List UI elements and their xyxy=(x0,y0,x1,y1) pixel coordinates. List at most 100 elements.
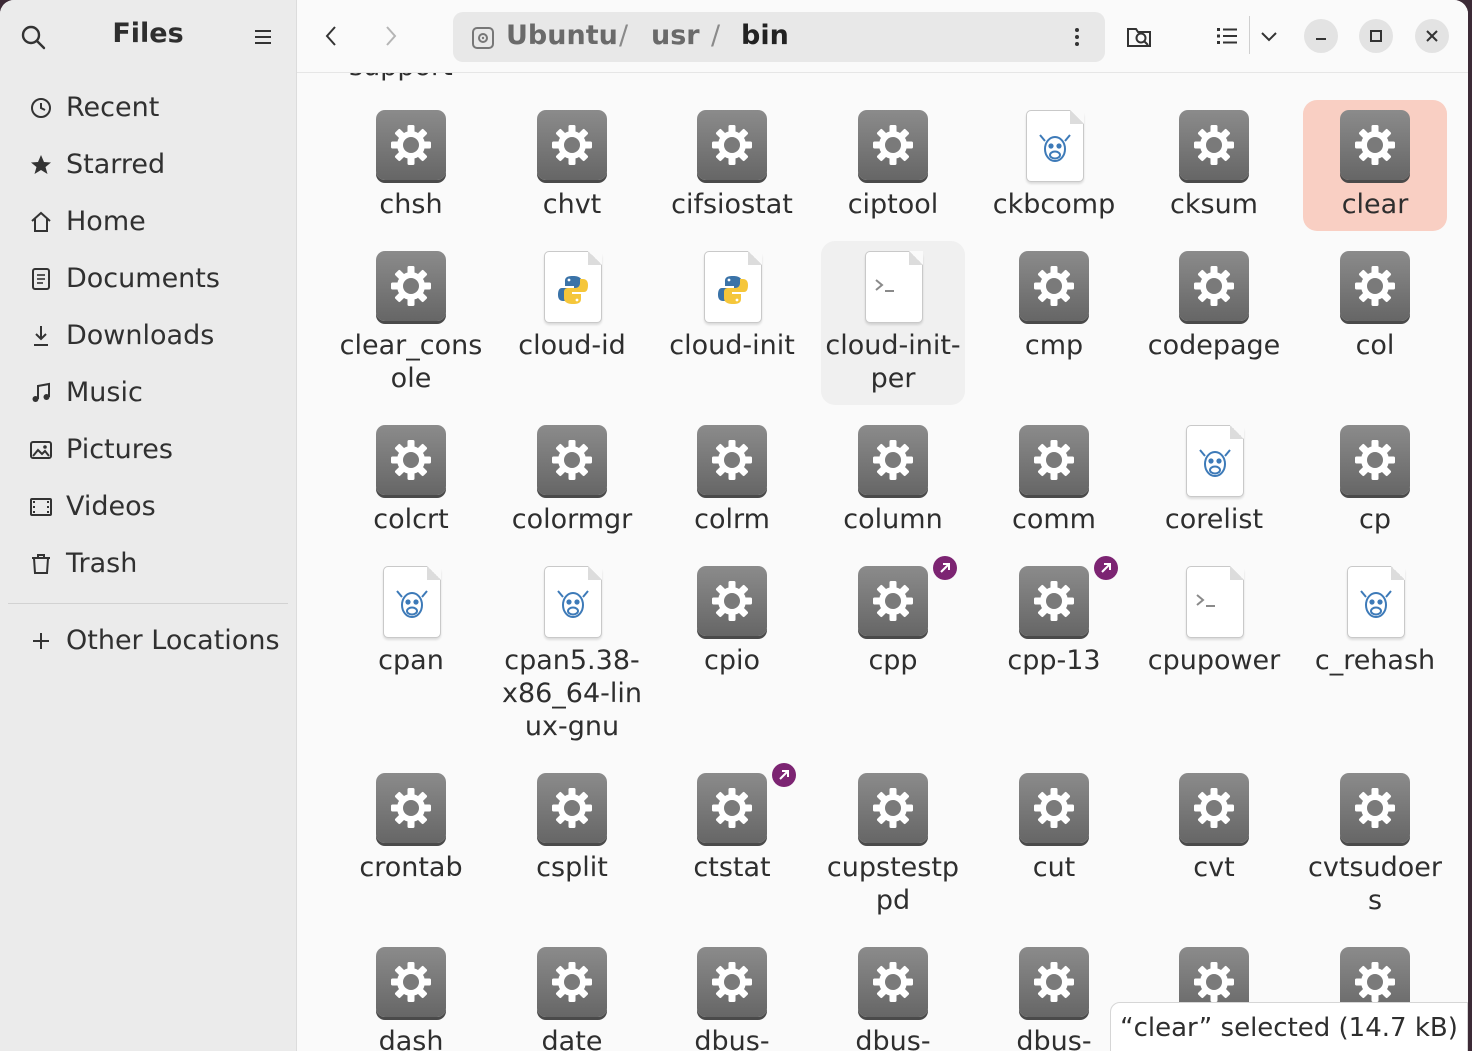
minimize-button[interactable] xyxy=(1304,19,1338,53)
sidebar-item-label: Other Locations xyxy=(66,625,280,656)
search-files-button[interactable] xyxy=(1121,18,1157,54)
file-item[interactable]: ciptool xyxy=(821,100,965,231)
trash-icon xyxy=(28,551,54,577)
view-options-button[interactable] xyxy=(1251,18,1287,54)
file-item[interactable]: dbus- xyxy=(821,937,965,1051)
sidebar-item-other-locations[interactable]: Other Locations xyxy=(8,612,288,669)
file-label: cvtsudoers xyxy=(1308,852,1442,916)
file-item[interactable]: cut xyxy=(982,763,1126,894)
list-view-icon xyxy=(1217,28,1237,44)
executable-gear-icon xyxy=(376,773,446,843)
file-item[interactable]: cupstestppd xyxy=(821,763,965,927)
file-item[interactable]: colormgr xyxy=(500,415,644,546)
file-item[interactable]: cloud-init-per xyxy=(821,241,965,405)
file-item[interactable]: csplit xyxy=(500,763,644,894)
file-label: cmp xyxy=(1024,330,1084,361)
breadcrumb-ubuntu[interactable]: Ubuntu xyxy=(506,20,618,51)
path-bar[interactable]: Ubuntu / usr / bin xyxy=(453,12,1105,62)
file-label: c_rehash xyxy=(1314,645,1436,676)
maximize-icon xyxy=(1370,30,1382,42)
clock-icon xyxy=(28,95,54,121)
sidebar-item-label: Trash xyxy=(66,548,138,579)
file-item[interactable]: cvtsudoers xyxy=(1303,763,1447,927)
file-item[interactable]: cksum xyxy=(1142,100,1286,231)
forward-button[interactable] xyxy=(373,18,409,54)
executable-gear-icon xyxy=(376,425,446,495)
document-icon xyxy=(28,266,54,292)
sidebar-item-music[interactable]: Music xyxy=(8,364,288,421)
file-item[interactable]: cpp-13 xyxy=(982,556,1126,687)
file-item[interactable]: chsh xyxy=(339,100,483,231)
file-label: cpp xyxy=(868,645,918,676)
file-item[interactable]: dash xyxy=(339,937,483,1051)
hamburger-menu-icon[interactable] xyxy=(248,22,278,52)
file-item[interactable]: col xyxy=(1303,241,1447,372)
file-item[interactable]: corelist xyxy=(1142,415,1286,546)
file-item[interactable]: cloud-id xyxy=(500,241,644,372)
perl-script-icon xyxy=(376,566,446,638)
download-icon xyxy=(28,323,54,349)
file-item[interactable]: clear xyxy=(1303,100,1447,231)
file-label: cpupower xyxy=(1147,645,1281,676)
file-item[interactable]: column xyxy=(821,415,965,546)
breadcrumb-usr[interactable]: usr xyxy=(651,20,700,51)
plus-icon xyxy=(28,628,54,654)
file-item[interactable]: cp xyxy=(1303,415,1447,546)
sidebar-item-label: Music xyxy=(66,377,143,408)
file-item[interactable]: ckbcomp xyxy=(982,100,1126,231)
executable-gear-icon xyxy=(697,110,767,180)
file-label: dbus- xyxy=(1016,1026,1092,1051)
close-button[interactable] xyxy=(1415,19,1449,53)
breadcrumb-bin[interactable]: bin xyxy=(741,20,789,51)
file-label: cpan5.38-x86_64-linux-gnu xyxy=(501,645,643,742)
file-item[interactable]: colrm xyxy=(660,415,804,546)
view-list-button[interactable] xyxy=(1209,18,1245,54)
file-item[interactable]: codepage xyxy=(1142,241,1286,372)
sidebar-places: Recent Starred Home Documents Downloads Music… xyxy=(8,79,288,592)
sidebar-item-recent[interactable]: Recent xyxy=(8,79,288,136)
file-item[interactable]: ctstat xyxy=(660,763,804,894)
sidebar-item-starred[interactable]: Starred xyxy=(8,136,288,193)
sidebar-item-documents[interactable]: Documents xyxy=(8,250,288,307)
executable-gear-icon xyxy=(858,566,928,636)
sidebar-item-pictures[interactable]: Pictures xyxy=(8,421,288,478)
maximize-button[interactable] xyxy=(1359,19,1393,53)
file-item[interactable]: cloud-init xyxy=(660,241,804,405)
shell-script-icon xyxy=(858,251,928,323)
file-label: dbus- xyxy=(694,1026,770,1051)
file-item[interactable]: cpupower xyxy=(1142,556,1286,687)
file-item[interactable]: cpan5.38-x86_64-linux-gnu xyxy=(500,556,644,753)
sidebar-item-home[interactable]: Home xyxy=(8,193,288,250)
executable-gear-icon xyxy=(537,947,607,1017)
executable-gear-icon xyxy=(697,773,767,843)
file-item[interactable]: crontab xyxy=(339,763,483,894)
sidebar-item-downloads[interactable]: Downloads xyxy=(8,307,288,364)
executable-gear-icon xyxy=(1019,773,1089,843)
file-item[interactable]: chvt xyxy=(500,100,644,231)
file-item[interactable]: cmp xyxy=(982,241,1126,372)
file-item[interactable]: cvt xyxy=(1142,763,1286,894)
file-item[interactable]: c_rehash xyxy=(1303,556,1447,687)
file-label: dash xyxy=(378,1026,444,1051)
file-label: cp xyxy=(1359,504,1391,535)
file-item[interactable]: date xyxy=(500,937,644,1051)
file-item[interactable]: dbus- xyxy=(660,937,804,1051)
file-label: cpp-13 xyxy=(1007,645,1101,676)
chevron-right-icon xyxy=(386,26,397,46)
file-item[interactable]: cpp xyxy=(821,556,965,687)
more-options-icon[interactable] xyxy=(1071,24,1083,50)
executable-gear-icon xyxy=(1019,947,1089,1017)
sidebar-item-videos[interactable]: Videos xyxy=(8,478,288,535)
file-item[interactable]: colcrt xyxy=(339,415,483,546)
file-manager-window: Files Recent Starred Home Documents Download… xyxy=(0,0,1468,1051)
breadcrumb-separator: / xyxy=(619,20,629,51)
file-item[interactable]: clear_console xyxy=(339,241,483,405)
file-label: colcrt xyxy=(373,504,449,535)
file-item[interactable]: cifsiostat xyxy=(660,100,804,264)
file-item[interactable]: dbus- xyxy=(982,937,1126,1051)
file-item[interactable]: cpio xyxy=(660,556,804,687)
file-item[interactable]: cpan xyxy=(339,556,483,687)
file-item[interactable]: comm xyxy=(982,415,1126,546)
back-button[interactable] xyxy=(313,18,349,54)
sidebar-item-trash[interactable]: Trash xyxy=(8,535,288,592)
